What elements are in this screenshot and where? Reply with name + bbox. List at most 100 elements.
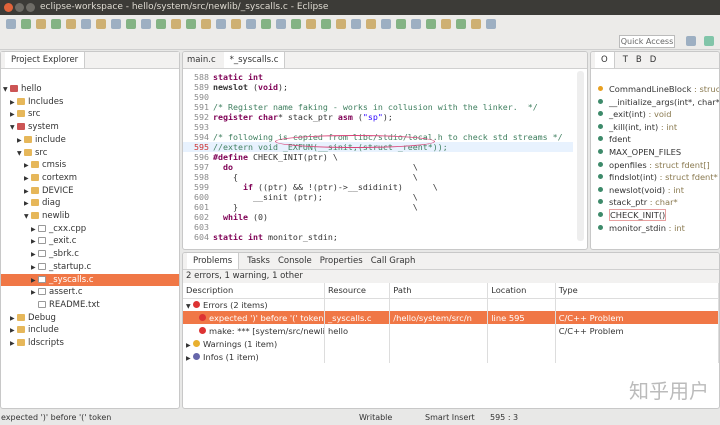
tree-item[interactable]: ▶cortexm bbox=[1, 172, 179, 185]
save-icon[interactable] bbox=[81, 19, 91, 29]
outline-item[interactable]: _exit(int) : void bbox=[593, 108, 672, 121]
debug-icon[interactable] bbox=[216, 19, 226, 29]
refresh-icon[interactable] bbox=[396, 19, 406, 29]
open-type-icon[interactable] bbox=[336, 19, 346, 29]
tree-item[interactable]: ▼system bbox=[1, 121, 179, 134]
tab-console[interactable]: Console bbox=[278, 253, 312, 269]
table-row[interactable]: make: *** [system/src/newlib/_syscalls.o… bbox=[183, 324, 719, 337]
tree-item[interactable]: ▶_cxx.cpp bbox=[1, 223, 179, 236]
chevron-right-icon[interactable]: ▶ bbox=[10, 338, 17, 351]
tree-item[interactable]: ▼newlib bbox=[1, 210, 179, 223]
outline-tab[interactable]: D bbox=[650, 52, 657, 68]
chevron-right-icon[interactable]: ▶ bbox=[186, 355, 193, 362]
print-icon[interactable] bbox=[111, 19, 121, 29]
cpp-perspective-icon[interactable] bbox=[704, 36, 714, 46]
outline-item[interactable]: stack_ptr : char* bbox=[593, 196, 678, 209]
tab-problems[interactable]: Problems bbox=[187, 253, 239, 269]
outline-item[interactable]: openfiles : struct fdent[] bbox=[593, 159, 710, 172]
outline-item[interactable]: CommandLineBlock : struct bbox=[593, 83, 720, 96]
tree-item[interactable]: ▶cmsis bbox=[1, 159, 179, 172]
outline-item[interactable]: findslot(int) : struct fdent* bbox=[593, 171, 718, 184]
tab-tasks[interactable]: Tasks bbox=[247, 253, 270, 269]
debug-icon[interactable] bbox=[186, 19, 196, 29]
tree-item[interactable]: ▶Includes bbox=[1, 96, 179, 109]
outline-tab[interactable]: O bbox=[595, 52, 615, 68]
tree-item[interactable]: ▶include bbox=[1, 324, 179, 337]
tree-item[interactable]: ▶include bbox=[1, 134, 179, 147]
tree-item[interactable]: ▶_exit.c bbox=[1, 235, 179, 248]
open-type-icon[interactable] bbox=[351, 19, 361, 29]
problem-group[interactable]: ▶Warnings (1 item) bbox=[183, 337, 719, 350]
tree-item[interactable]: ▶DEVICE bbox=[1, 185, 179, 198]
back-icon[interactable] bbox=[441, 19, 451, 29]
run-icon[interactable] bbox=[231, 19, 241, 29]
run-icon[interactable] bbox=[246, 19, 256, 29]
tree-item[interactable]: ▶_startup.c bbox=[1, 261, 179, 274]
table-row[interactable]: expected ')' before '(' token_syscalls.c… bbox=[183, 311, 719, 324]
outline-item[interactable]: _kill(int, int) : int bbox=[593, 121, 677, 134]
tree-item[interactable]: ▶ldscripts bbox=[1, 337, 179, 350]
save-icon[interactable] bbox=[51, 19, 61, 29]
tree-item[interactable]: ▼src bbox=[1, 147, 179, 160]
editor-tab[interactable]: *_syscalls.c bbox=[224, 52, 286, 68]
tree-item[interactable]: ▶_sbrk.c bbox=[1, 248, 179, 261]
close-window-button[interactable] bbox=[4, 3, 13, 12]
debug-icon[interactable] bbox=[201, 19, 211, 29]
column-header[interactable]: Location bbox=[488, 283, 555, 298]
forward-icon[interactable] bbox=[471, 19, 481, 29]
outline-item[interactable]: CHECK_INIT() bbox=[593, 209, 666, 222]
tree-item[interactable]: ▶assert.c bbox=[1, 286, 179, 299]
quick-access-input[interactable]: Quick Access bbox=[619, 35, 675, 48]
tree-item[interactable]: ▶_syscalls.c bbox=[1, 274, 179, 287]
outline-item[interactable]: monitor_stdin : int bbox=[593, 222, 685, 235]
tree-item[interactable]: ▼hello bbox=[1, 83, 179, 96]
print-icon[interactable] bbox=[126, 19, 136, 29]
code-editor[interactable]: 588static int589newslot (void);590591/* … bbox=[183, 69, 587, 249]
tree-item[interactable]: ▶diag bbox=[1, 197, 179, 210]
minimize-window-button[interactable] bbox=[15, 3, 24, 12]
search-icon[interactable] bbox=[291, 19, 301, 29]
build-icon[interactable] bbox=[141, 19, 151, 29]
build-icon[interactable] bbox=[156, 19, 166, 29]
editor-scrollbar[interactable] bbox=[577, 71, 584, 241]
outline-item[interactable]: MAX_OPEN_FILES bbox=[593, 146, 681, 159]
tree-item[interactable]: ▶src bbox=[1, 108, 179, 121]
new-icon[interactable] bbox=[21, 19, 31, 29]
new-icon[interactable] bbox=[6, 19, 16, 29]
tree-item[interactable]: ▶Debug bbox=[1, 312, 179, 325]
forward-icon[interactable] bbox=[486, 19, 496, 29]
new-icon[interactable] bbox=[36, 19, 46, 29]
outline-item[interactable]: __initialize_args(int*, char** bbox=[593, 96, 720, 109]
back-icon[interactable] bbox=[426, 19, 436, 29]
tree-item[interactable]: README.txt bbox=[1, 299, 179, 312]
outline-tab[interactable]: T bbox=[623, 52, 628, 68]
tab-properties[interactable]: Properties bbox=[320, 253, 363, 269]
tab-call-graph[interactable]: Call Graph bbox=[371, 253, 416, 269]
open-perspective-icon[interactable] bbox=[686, 36, 696, 46]
problem-group[interactable]: ▶Infos (1 item) bbox=[183, 350, 719, 363]
editor-tab[interactable]: main.c bbox=[187, 52, 216, 68]
back-icon[interactable] bbox=[411, 19, 421, 29]
maximize-window-button[interactable] bbox=[26, 3, 35, 12]
print-icon[interactable] bbox=[96, 19, 106, 29]
refresh-icon[interactable] bbox=[381, 19, 391, 29]
outline-tab[interactable]: B bbox=[636, 52, 642, 68]
chevron-down-icon[interactable]: ▼ bbox=[186, 303, 193, 310]
search-icon[interactable] bbox=[276, 19, 286, 29]
run-icon[interactable] bbox=[261, 19, 271, 29]
outline-item[interactable]: newslot(void) : int bbox=[593, 184, 684, 197]
forward-icon[interactable] bbox=[456, 19, 466, 29]
column-header[interactable]: Path bbox=[390, 283, 488, 298]
problem-group[interactable]: ▼Errors (2 items) bbox=[183, 298, 719, 311]
open-type-icon[interactable] bbox=[321, 19, 331, 29]
build-icon[interactable] bbox=[171, 19, 181, 29]
chevron-right-icon[interactable]: ▶ bbox=[186, 342, 193, 349]
column-header[interactable]: Description bbox=[183, 283, 324, 298]
save-icon[interactable] bbox=[66, 19, 76, 29]
refresh-icon[interactable] bbox=[366, 19, 376, 29]
tab-project-explorer[interactable]: Project Explorer bbox=[5, 52, 85, 68]
search-icon[interactable] bbox=[306, 19, 316, 29]
outline-item[interactable]: fdent bbox=[593, 133, 631, 146]
column-header[interactable]: Type bbox=[555, 283, 718, 298]
column-header[interactable]: Resource bbox=[324, 283, 389, 298]
